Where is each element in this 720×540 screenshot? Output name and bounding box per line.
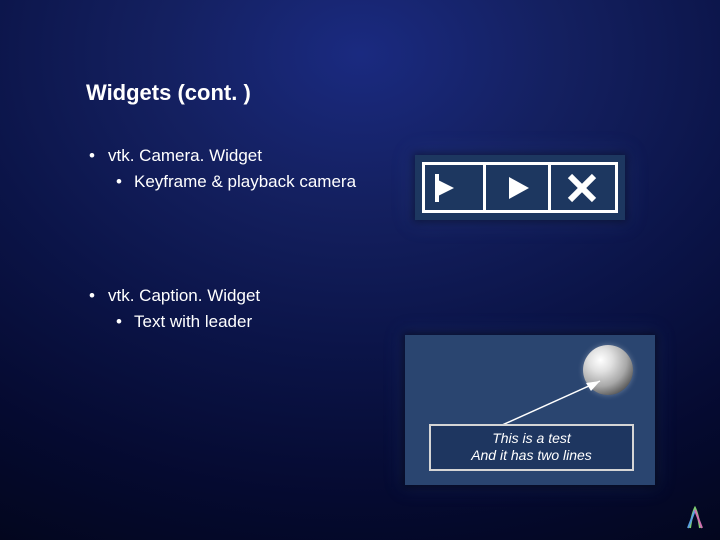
caption-line-2: And it has two lines [435,447,628,464]
slide-title: Widgets (cont. ) [86,80,251,106]
close-icon [551,165,613,210]
bullet-label: vtk. Camera. Widget [108,146,262,165]
logo-icon [684,504,706,530]
camera-widget-illustration [415,155,625,220]
bullet-label: vtk. Caption. Widget [108,286,260,305]
slide: Widgets (cont. ) vtk. Camera. Widget Key… [0,0,720,540]
play-icon [486,165,548,210]
caption-line-1: This is a test [435,430,628,447]
bullet-block-2: vtk. Caption. Widget Text with leader [86,285,386,337]
bullet-sub-label: Keyframe & playback camera [134,172,356,191]
caption-box: This is a test And it has two lines [429,424,634,471]
bullet-subitem: Keyframe & playback camera [86,171,386,193]
bullet-subitem: Text with leader [86,311,386,333]
bullet-block-1: vtk. Camera. Widget Keyframe & playback … [86,145,386,197]
caption-widget-illustration: This is a test And it has two lines [405,335,655,485]
keyframe-flag-icon [425,165,483,210]
camera-widget-frame [422,162,618,213]
bullet-item: vtk. Caption. Widget [86,285,386,307]
bullet-item: vtk. Camera. Widget [86,145,386,167]
bullet-sub-label: Text with leader [134,312,252,331]
